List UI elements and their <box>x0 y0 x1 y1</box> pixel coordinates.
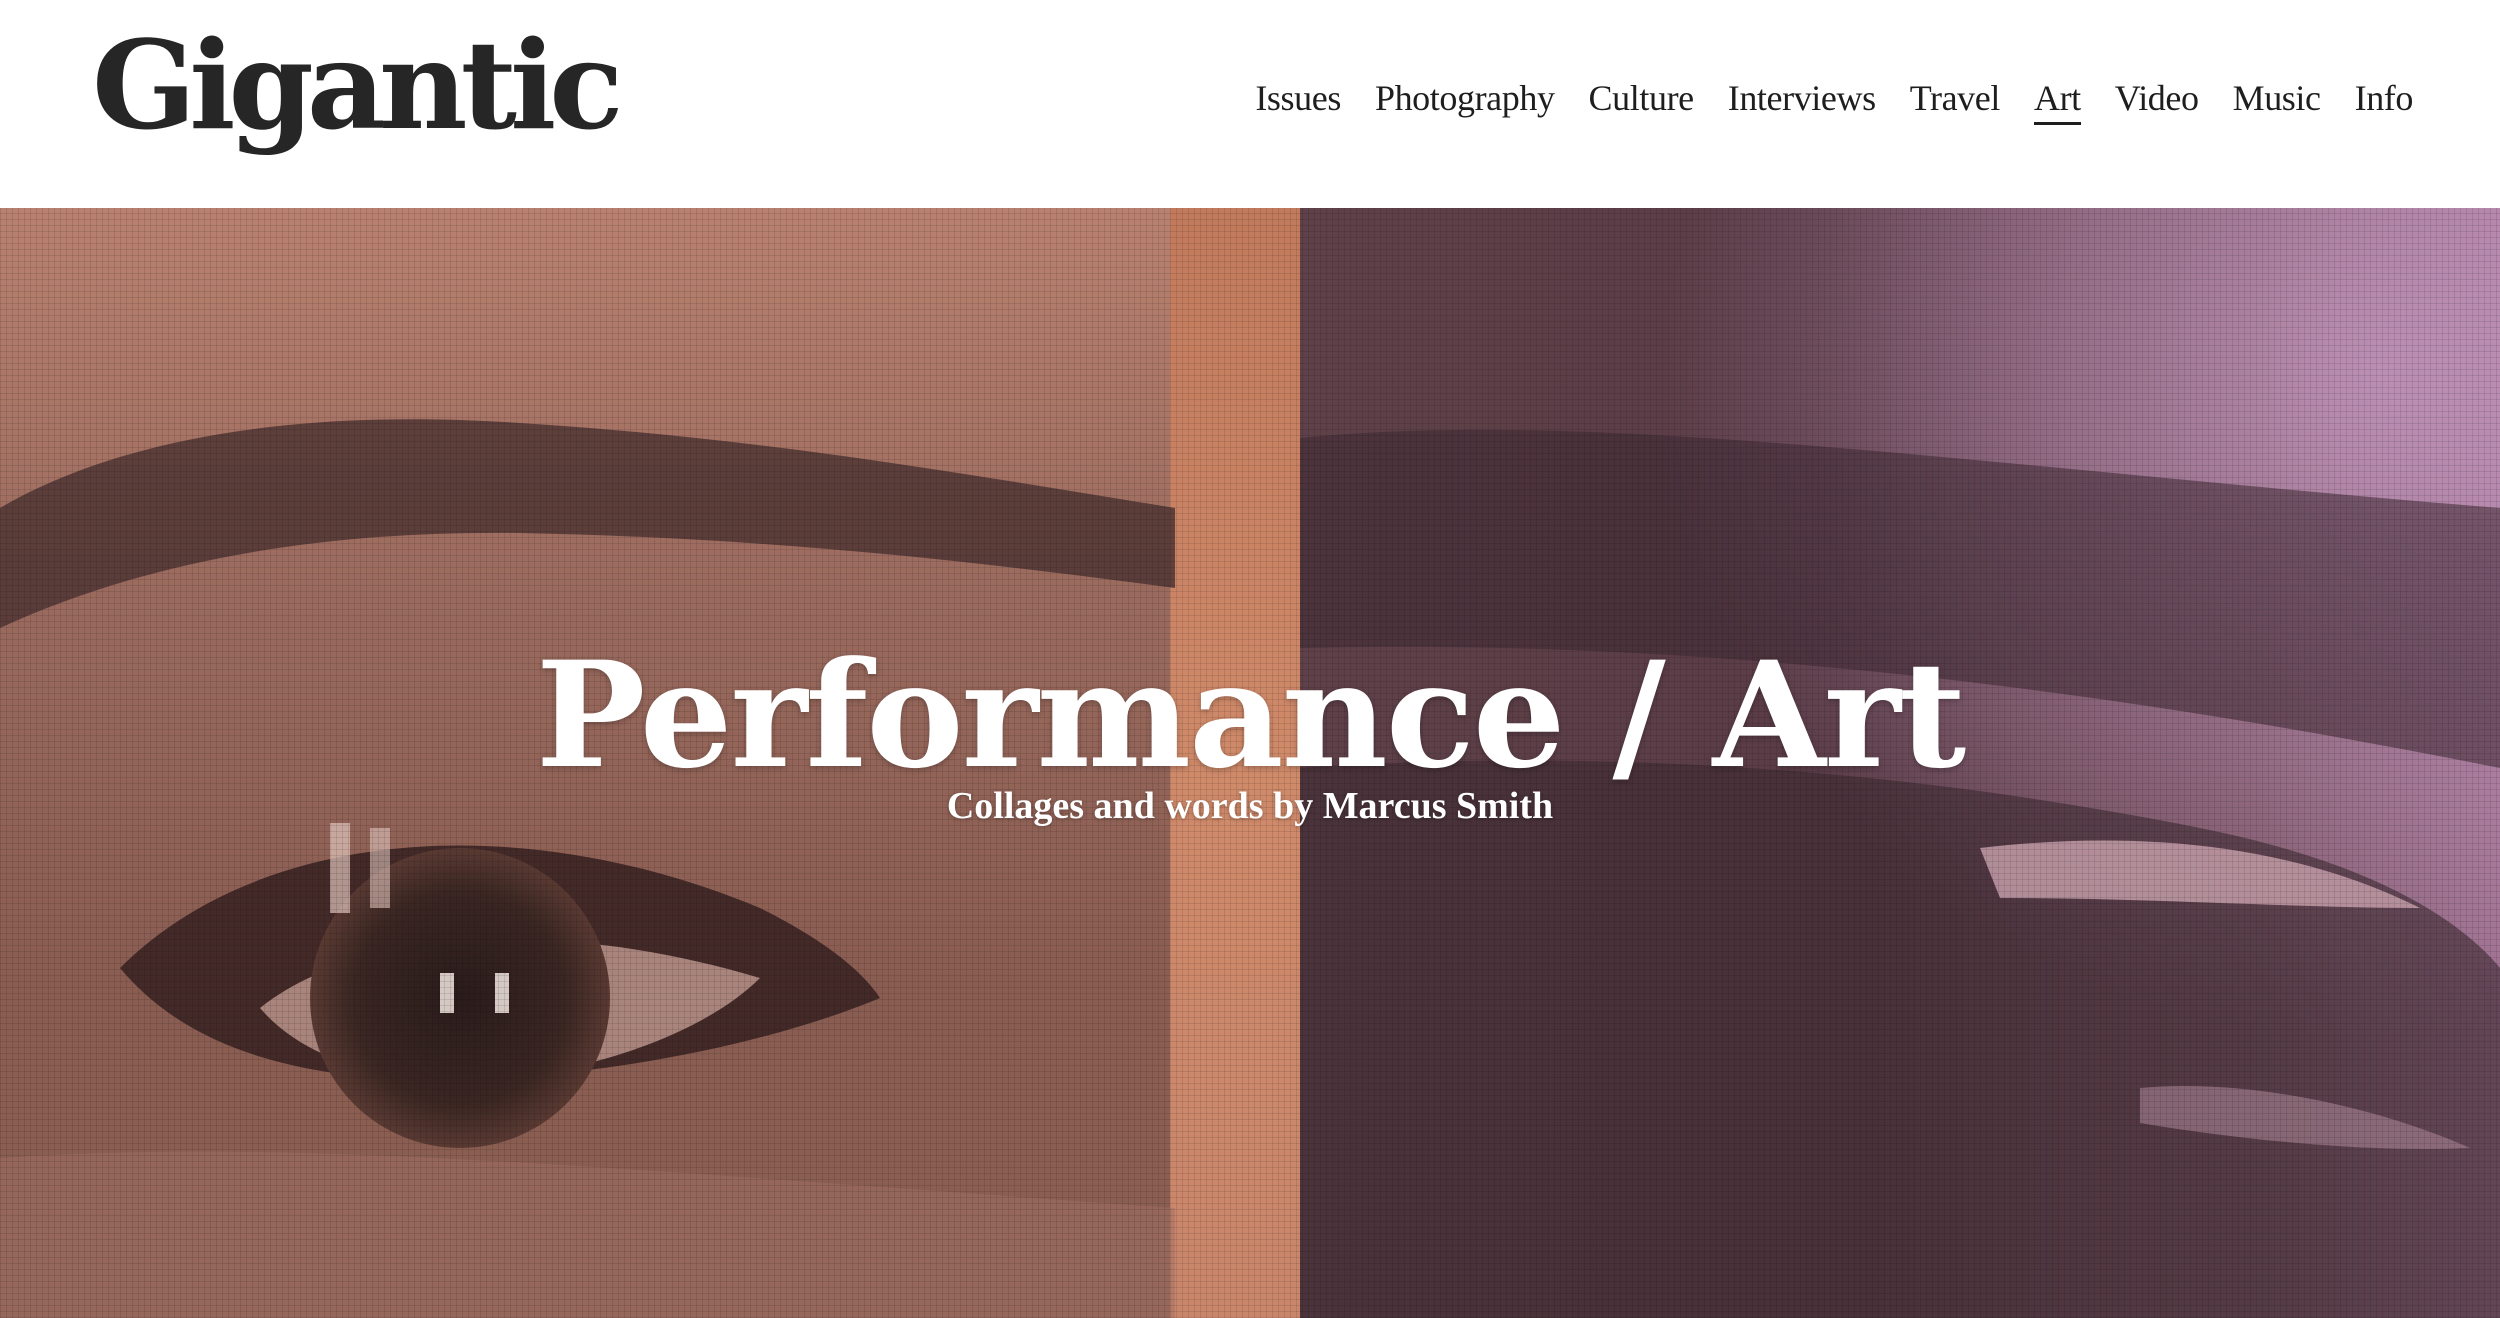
site-logo[interactable]: Gigantic <box>92 10 624 160</box>
hero-subtitle: Collages and words by Marcus Smith <box>946 785 1554 827</box>
nav-item-culture[interactable]: Culture <box>1589 74 1695 122</box>
nav-item-video[interactable]: Video <box>2115 74 2199 122</box>
nav-item-info[interactable]: Info <box>2355 74 2414 122</box>
nav-item-art[interactable]: Art <box>2033 74 2081 125</box>
nav-item-photography[interactable]: Photography <box>1375 74 1555 122</box>
site-header: Gigantic Issues Photography Culture Inte… <box>0 0 2500 208</box>
nav-item-issues[interactable]: Issues <box>1255 74 1341 122</box>
nav-item-music[interactable]: Music <box>2233 74 2321 122</box>
main-nav: Issues Photography Culture Interviews Tr… <box>1255 74 2414 125</box>
nav-item-interviews[interactable]: Interviews <box>1728 74 1876 122</box>
nav-item-travel[interactable]: Travel <box>1910 74 2001 122</box>
hero-banner: Performance / Art Collages and words by … <box>0 208 2500 1318</box>
hero-title: Performance / Art <box>535 629 1966 801</box>
